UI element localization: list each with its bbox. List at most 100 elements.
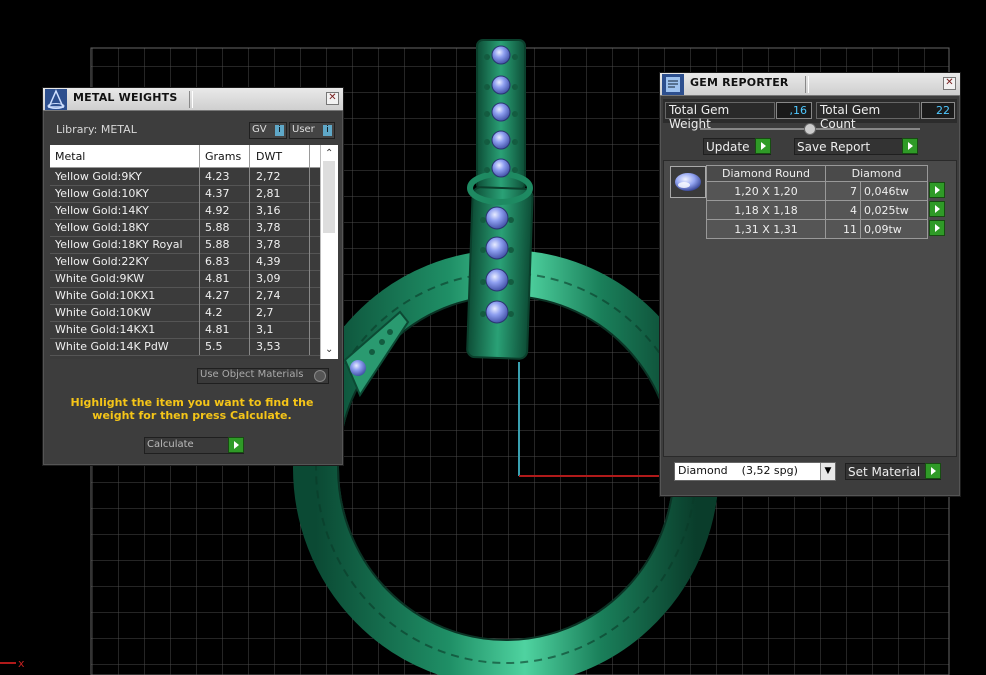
bail-bead bbox=[512, 84, 518, 90]
dropdown-arrow-icon[interactable]: ▼ bbox=[820, 463, 835, 480]
metal-cell-metal: Yellow Gold:10KY bbox=[55, 187, 149, 200]
metal-cell-grams: 4.23 bbox=[205, 170, 230, 183]
gem-report-area: Diamond Round Diamond 1,20 X 1,20 7 0,046t… bbox=[663, 160, 957, 457]
metal-weights-titlebar[interactable]: METAL WEIGHTS ✕ bbox=[43, 88, 343, 111]
bail-bead bbox=[508, 247, 514, 253]
gem-row[interactable]: 1,20 X 1,20 7 0,046tw bbox=[706, 181, 946, 201]
metal-row[interactable]: Yellow Gold:18KY Royal 5.88 3,78 bbox=[50, 236, 320, 254]
metal-row[interactable]: White Gold:14K PdW 5.5 3,53 bbox=[50, 338, 320, 356]
metal-row[interactable]: Yellow Gold:14KY 4.92 3,16 bbox=[50, 202, 320, 220]
metal-row[interactable]: Yellow Gold:9KY 4.23 2,72 bbox=[50, 168, 320, 186]
gem-table: Diamond Round Diamond 1,20 X 1,20 7 0,046t… bbox=[706, 165, 946, 239]
metal-cell-grams: 4.2 bbox=[205, 306, 223, 319]
metal-cell-dwt: 2,74 bbox=[256, 289, 281, 302]
metal-cell-metal: White Gold:9KW bbox=[55, 272, 145, 285]
gem-cell-weight: 0,046tw bbox=[860, 181, 928, 201]
metal-cell-metal: White Gold:14KX1 bbox=[55, 323, 156, 336]
gem-row[interactable]: 1,18 X 1,18 4 0,025tw bbox=[706, 200, 946, 220]
bail-bead bbox=[480, 311, 486, 317]
close-icon[interactable]: ✕ bbox=[943, 77, 956, 90]
header-grams[interactable]: Grams bbox=[205, 150, 241, 163]
gem-reporter-title: GEM REPORTER bbox=[690, 76, 789, 89]
gem-row[interactable]: 1,31 X 1,31 11 0,09tw bbox=[706, 219, 946, 239]
splitter-knob-icon[interactable] bbox=[804, 123, 816, 135]
gem-cell-size: 1,20 X 1,20 bbox=[706, 181, 826, 201]
info-icon: i bbox=[275, 125, 284, 136]
total-gem-weight-field: ,16 bbox=[776, 102, 812, 119]
metal-cell-grams: 4.37 bbox=[205, 187, 230, 200]
metal-row[interactable]: White Gold:10KW 4.2 2,7 bbox=[50, 304, 320, 322]
calculate-button[interactable]: Calculate bbox=[144, 437, 244, 454]
instruction-text: Highlight the item you want to find the … bbox=[70, 396, 314, 422]
set-material-button[interactable]: Set Material bbox=[845, 463, 941, 480]
header-metal[interactable]: Metal bbox=[55, 150, 85, 163]
metal-cell-metal: White Gold:10KW bbox=[55, 306, 152, 319]
metal-cell-metal: White Gold:14K PdW bbox=[55, 340, 169, 353]
metal-cell-dwt: 2,7 bbox=[256, 306, 274, 319]
metal-cell-metal: Yellow Gold:9KY bbox=[55, 170, 142, 183]
scroll-thumb[interactable] bbox=[323, 161, 335, 233]
user-toggle[interactable]: User i bbox=[289, 122, 335, 139]
metal-cell-grams: 4.27 bbox=[205, 289, 230, 302]
bail-gem bbox=[491, 158, 511, 178]
metal-cell-grams: 4.81 bbox=[205, 323, 230, 336]
gem-reporter-panel: GEM REPORTER ✕ Total Gem Weight ,16 Tota… bbox=[659, 72, 961, 497]
metal-table: Metal Grams DWT Yellow Gold:9KY 4.23 2,72 Y… bbox=[50, 145, 338, 359]
update-button[interactable]: Update bbox=[703, 138, 771, 155]
play-arrow-icon[interactable] bbox=[929, 219, 945, 236]
metal-cell-dwt: 4,39 bbox=[256, 255, 281, 268]
metal-row[interactable]: Yellow Gold:22KY 6.83 4,39 bbox=[50, 253, 320, 271]
metal-cell-grams: 5.88 bbox=[205, 221, 230, 234]
header-dwt[interactable]: DWT bbox=[256, 150, 282, 163]
metal-row[interactable]: White Gold:10KX1 4.27 2,74 bbox=[50, 287, 320, 305]
gv-toggle[interactable]: GV i bbox=[249, 122, 287, 139]
metal-weights-icon bbox=[45, 89, 67, 110]
metal-cell-dwt: 3,78 bbox=[256, 221, 281, 234]
bail-gem bbox=[491, 130, 511, 150]
gem-cell-weight: 0,025tw bbox=[860, 200, 928, 220]
library-label: Library: METAL bbox=[56, 123, 137, 136]
totals-bar: Total Gem Weight ,16 Total Gem Count 22 bbox=[663, 99, 957, 131]
total-gem-weight-label: Total Gem Weight bbox=[665, 102, 775, 131]
bail-bead bbox=[484, 167, 490, 173]
play-arrow-icon[interactable] bbox=[929, 200, 945, 217]
bail-bead bbox=[512, 111, 518, 117]
metal-cell-dwt: 3,1 bbox=[256, 323, 274, 336]
gem-cell-count: 11 bbox=[825, 219, 861, 239]
use-object-materials-toggle[interactable]: Use Object Materials bbox=[197, 368, 329, 384]
scroll-down-icon[interactable]: ⌄ bbox=[325, 344, 333, 355]
play-arrow-icon bbox=[925, 463, 941, 479]
metal-cell-metal: Yellow Gold:18KY Royal bbox=[55, 238, 183, 251]
metal-row[interactable]: Yellow Gold:10KY 4.37 2,81 bbox=[50, 185, 320, 203]
metal-table-scrollbar[interactable]: ⌃ ⌄ bbox=[320, 145, 338, 359]
bail-gem bbox=[485, 300, 509, 324]
play-arrow-icon[interactable] bbox=[929, 181, 945, 198]
metal-cell-grams: 4.92 bbox=[205, 204, 230, 217]
material-select[interactable]: Diamond (3,52 spg) ▼ bbox=[674, 462, 836, 481]
metal-row[interactable]: Yellow Gold:18KY 5.88 3,78 bbox=[50, 219, 320, 237]
metal-cell-dwt: 2,81 bbox=[256, 187, 281, 200]
metal-weights-panel: METAL WEIGHTS ✕ Library: METAL GV i User… bbox=[42, 87, 344, 466]
gem-thumbnail-icon[interactable] bbox=[670, 166, 706, 198]
scroll-up-icon[interactable]: ⌃ bbox=[325, 148, 333, 159]
metal-row[interactable]: White Gold:9KW 4.81 3,09 bbox=[50, 270, 320, 288]
save-report-button[interactable]: Save Report bbox=[794, 138, 918, 155]
gem-reporter-titlebar[interactable]: GEM REPORTER ✕ bbox=[660, 73, 960, 96]
metal-row[interactable]: White Gold:14KX1 4.81 3,1 bbox=[50, 321, 320, 339]
metal-cell-grams: 4.81 bbox=[205, 272, 230, 285]
total-gem-count-label: Total Gem Count bbox=[816, 102, 920, 131]
gem-cell-size: 1,18 X 1,18 bbox=[706, 200, 826, 220]
metal-cell-grams: 6.83 bbox=[205, 255, 230, 268]
bail-gem bbox=[485, 206, 509, 230]
metal-cell-dwt: 3,78 bbox=[256, 238, 281, 251]
bail-bead bbox=[480, 247, 486, 253]
bail-bead bbox=[508, 311, 514, 317]
play-arrow-icon bbox=[755, 138, 771, 154]
metal-cell-metal: Yellow Gold:14KY bbox=[55, 204, 149, 217]
bail-bead bbox=[484, 139, 490, 145]
close-icon[interactable]: ✕ bbox=[326, 92, 339, 105]
metal-rows: Yellow Gold:9KY 4.23 2,72 Yellow Gold:10KY 4… bbox=[50, 168, 320, 359]
bail-bead bbox=[484, 84, 490, 90]
gem-header-material: Diamond bbox=[825, 165, 928, 182]
bail-bead bbox=[512, 54, 518, 60]
